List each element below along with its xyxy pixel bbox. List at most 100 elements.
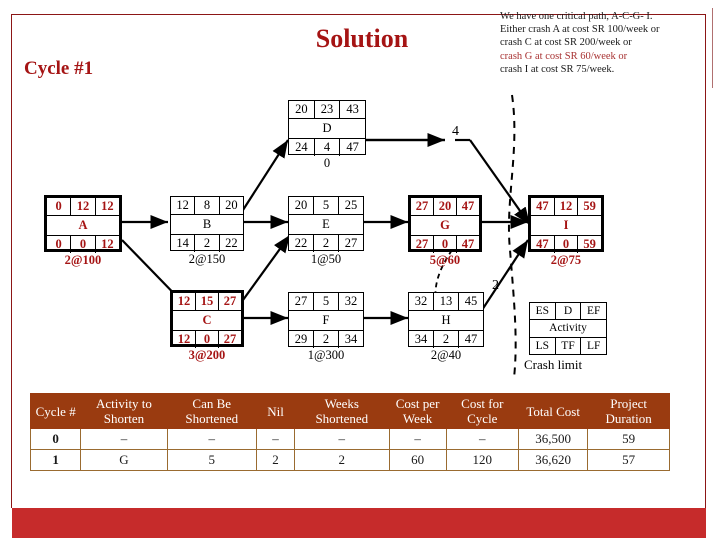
node-legend: ES D EF Activity LS TF LF bbox=[529, 302, 607, 355]
node-d: 5 bbox=[314, 197, 339, 214]
bottom-accent-bar bbox=[12, 508, 706, 538]
cell-cost-per-week: – bbox=[388, 428, 447, 450]
node-ls: 47 bbox=[531, 236, 555, 253]
node-caption-E: 1@50 bbox=[310, 252, 342, 266]
node-activity-name: D bbox=[289, 118, 365, 139]
col-cost-for-cycle: Cost for Cycle bbox=[445, 393, 520, 429]
node-ef: 59 bbox=[583, 199, 596, 213]
node-ef: 12 bbox=[101, 199, 114, 213]
node-lf: 22 bbox=[225, 236, 238, 250]
node-tf: 2 bbox=[314, 331, 339, 348]
cell-can-be-shortened: – bbox=[166, 428, 257, 450]
legend-lf: LF bbox=[586, 340, 601, 352]
node-ef: 45 bbox=[464, 294, 478, 308]
node-d: 23 bbox=[315, 101, 341, 118]
activity-node-D[interactable]: 20 23 43 D 24 4 47 bbox=[288, 100, 366, 156]
node-row-late: 0 0 12 bbox=[47, 236, 119, 253]
legend-d: D bbox=[556, 303, 582, 319]
legend-es: ES bbox=[530, 303, 556, 319]
node-ls: 22 bbox=[289, 235, 314, 252]
node-row-early: 47 12 59 bbox=[531, 198, 601, 215]
cell-weeks-shortened: – bbox=[294, 428, 390, 450]
col-cost-per-week: Cost per Week bbox=[388, 393, 447, 429]
col-nil: Nil bbox=[255, 393, 296, 429]
critical-path-note: We have one critical path, A-C-G- I. Eit… bbox=[500, 10, 712, 76]
node-caption-G: 5@60 bbox=[429, 253, 461, 267]
legend-ls: LS bbox=[530, 338, 556, 354]
col-weeks-shortened: Weeks Shortened bbox=[294, 393, 390, 429]
node-tf: 4 bbox=[315, 139, 341, 156]
node-tf: 0 bbox=[71, 236, 96, 253]
activity-node-G[interactable]: 27 20 47 G 27 0 47 bbox=[408, 195, 482, 253]
cell-cycle: 0 bbox=[29, 428, 82, 450]
activity-node-I[interactable]: 47 12 59 I 47 0 59 bbox=[528, 195, 604, 253]
node-lf: 34 bbox=[344, 332, 358, 346]
node-row-late: 24 4 47 bbox=[289, 139, 365, 156]
node-tf: 2 bbox=[434, 331, 459, 348]
node-row-late: 27 0 47 bbox=[411, 236, 479, 253]
table-row: 0 – – – – – – 36,500 59 bbox=[29, 428, 670, 450]
col-project-duration: Project Duration bbox=[587, 393, 670, 429]
activity-node-F[interactable]: 27 5 32 F 29 2 34 bbox=[288, 292, 364, 348]
node-es: 12 bbox=[171, 197, 196, 214]
col-cycle-number: Cycle # bbox=[29, 393, 82, 429]
note-right-rule bbox=[712, 8, 713, 88]
node-es: 32 bbox=[409, 293, 434, 310]
node-ls: 14 bbox=[171, 235, 196, 252]
activity-node-B[interactable]: 12 8 20 B 14 2 22 bbox=[170, 196, 244, 252]
cell-activity-shorten: G bbox=[80, 449, 168, 471]
node-ls: 24 bbox=[289, 139, 315, 156]
activity-node-H[interactable]: 32 13 45 H 34 2 47 bbox=[408, 292, 484, 348]
node-lf: 47 bbox=[346, 140, 359, 154]
node-d: 8 bbox=[195, 197, 220, 214]
node-es: 20 bbox=[289, 101, 315, 118]
node-ls: 29 bbox=[289, 331, 314, 348]
slide-canvas: Solution Cycle #1 We have one critical p… bbox=[0, 0, 720, 540]
node-ef: 27 bbox=[223, 294, 237, 308]
legend-row-late: LS TF LF bbox=[530, 338, 606, 354]
node-tf: 2 bbox=[195, 235, 220, 252]
note-line-4: crash G at cost SR 60/week or bbox=[500, 50, 628, 62]
edge-label-bottom: 2 bbox=[492, 278, 499, 293]
node-d: 13 bbox=[434, 293, 459, 310]
cell-weeks-shortened: 2 bbox=[294, 449, 390, 471]
node-row-early: 20 5 25 bbox=[289, 197, 363, 214]
col-total-cost: Total Cost bbox=[518, 393, 589, 429]
node-ls: 34 bbox=[409, 331, 434, 348]
note-line-1: We have one critical path, A-C-G- I. bbox=[500, 11, 653, 22]
cell-cost-for-cycle: – bbox=[445, 428, 520, 450]
node-row-early: 12 15 27 bbox=[173, 293, 241, 310]
node-d: 15 bbox=[196, 293, 219, 310]
node-activity-name: B bbox=[171, 214, 243, 235]
node-activity-name: A bbox=[47, 215, 119, 236]
node-activity-name: E bbox=[289, 214, 363, 235]
activity-node-A[interactable]: 0 12 12 A 0 0 12 bbox=[44, 195, 122, 253]
node-row-early: 32 13 45 bbox=[409, 293, 483, 310]
node-es: 12 bbox=[173, 293, 196, 310]
activity-node-C[interactable]: 12 15 27 C 12 0 27 bbox=[170, 290, 244, 348]
activity-node-E[interactable]: 20 5 25 E 22 2 27 bbox=[288, 196, 364, 252]
node-row-early: 27 20 47 bbox=[411, 198, 479, 215]
cell-cycle: 1 bbox=[29, 449, 82, 471]
node-row-late: 47 0 59 bbox=[531, 236, 601, 253]
node-row-late: 14 2 22 bbox=[171, 235, 243, 252]
node-lf: 27 bbox=[344, 236, 358, 250]
node-es: 20 bbox=[289, 197, 314, 214]
legend-caption: Crash limit bbox=[524, 357, 583, 372]
node-tf: 0 bbox=[555, 236, 579, 253]
col-can-be-shortened: Can Be Shortened bbox=[166, 393, 257, 429]
node-d: 20 bbox=[434, 198, 457, 215]
node-lf: 12 bbox=[101, 237, 114, 251]
node-row-early: 20 23 43 bbox=[289, 101, 365, 118]
node-ef: 43 bbox=[346, 102, 359, 116]
note-line-2: Either crash A at cost SR 100/week or bbox=[500, 24, 660, 36]
node-caption-A: 2@100 bbox=[64, 253, 102, 267]
node-ls: 27 bbox=[411, 236, 434, 253]
legend-tf: TF bbox=[556, 338, 582, 354]
frame-right-border bbox=[705, 14, 706, 508]
node-ef: 47 bbox=[461, 199, 475, 213]
node-row-early: 0 12 12 bbox=[47, 198, 119, 215]
node-caption-B: 2@150 bbox=[188, 252, 226, 266]
edge-label-top: 4 bbox=[452, 124, 459, 139]
node-activity-name: I bbox=[531, 215, 601, 236]
